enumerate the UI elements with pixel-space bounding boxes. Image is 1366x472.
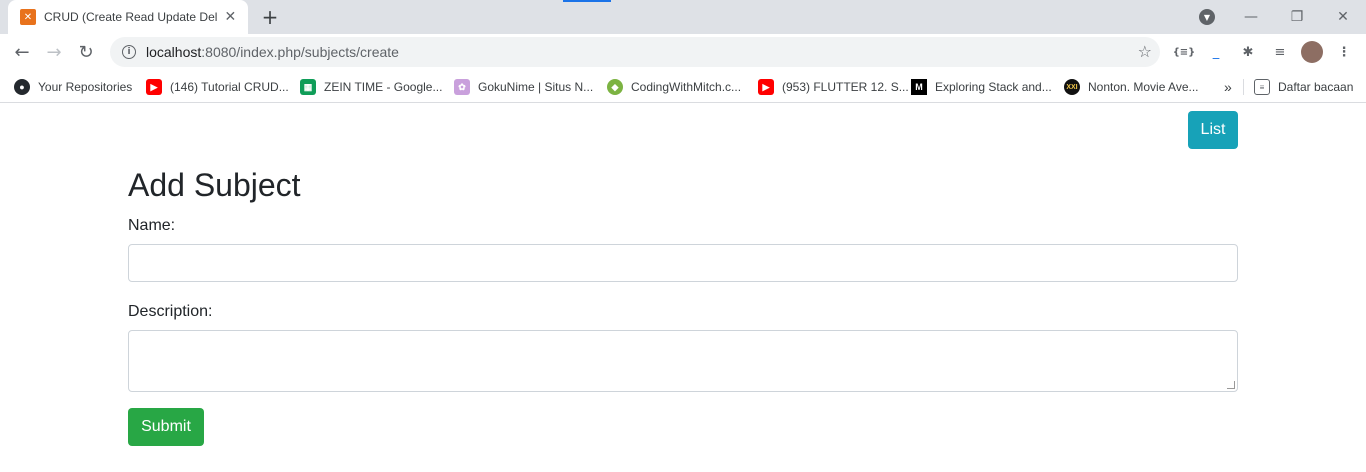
extensions-puzzle-icon[interactable]: ✱ xyxy=(1238,42,1258,62)
reload-icon[interactable]: ↻ xyxy=(72,38,100,66)
bookmark-label: GokuNime | Situs N... xyxy=(478,80,594,94)
info-icon[interactable]: i xyxy=(122,45,136,59)
name-label: Name: xyxy=(128,217,176,234)
youtube-icon: ▶ xyxy=(758,79,774,95)
reading-list-label: Daftar bacaan xyxy=(1278,80,1354,94)
bookmarks-divider xyxy=(1243,79,1244,95)
bookmark-item[interactable]: ✿ GokuNime | Situs N... xyxy=(454,77,593,97)
json-extension-icon[interactable]: {≡} xyxy=(1173,42,1196,62)
download-progress-icon[interactable]: _ xyxy=(1206,42,1226,62)
bookmark-item[interactable]: M Exploring Stack and... xyxy=(911,77,1052,97)
close-tab-icon[interactable]: ✕ xyxy=(223,9,238,25)
tab-strip: ✕ CRUD (Create Read Update Delete ✕ + ▼ … xyxy=(0,0,1366,34)
browser-tab[interactable]: ✕ CRUD (Create Read Update Delete ✕ xyxy=(8,0,248,34)
bookmarks-bar: ● Your Repositories ▶ (146) Tutorial CRU… xyxy=(0,70,1366,103)
back-arrow-icon[interactable]: ← xyxy=(8,38,36,66)
youtube-icon: ▶ xyxy=(146,79,162,95)
bookmark-item[interactable]: XXI Nonton. Movie Ave... xyxy=(1064,77,1199,97)
bookmark-item[interactable]: ▦ ZEIN TIME - Google... xyxy=(300,77,442,97)
bookmark-item[interactable]: ▶ (146) Tutorial CRUD... xyxy=(146,77,289,97)
tab-drag-indicator xyxy=(563,0,611,2)
description-textarea[interactable] xyxy=(128,330,1238,392)
list-button[interactable]: List xyxy=(1188,111,1238,149)
forward-arrow-icon[interactable]: → xyxy=(40,38,68,66)
minimize-button[interactable]: — xyxy=(1228,0,1274,34)
bookmark-label: (146) Tutorial CRUD... xyxy=(170,80,289,94)
anime-icon: ✿ xyxy=(454,79,470,95)
restore-button[interactable]: ❐ xyxy=(1274,0,1320,34)
bookmark-star-icon[interactable]: ☆ xyxy=(1138,42,1152,61)
menu-kebab-icon[interactable]: ⋮ xyxy=(1334,42,1354,62)
bookmark-item[interactable]: ▶ (953) FLUTTER 12. S... xyxy=(758,77,909,97)
bookmark-item[interactable]: ◆ CodingWithMitch.c... xyxy=(607,77,741,97)
reading-list-icon: ≡ xyxy=(1254,79,1270,95)
address-bar[interactable]: i localhost:8080/index.php/subjects/crea… xyxy=(110,37,1160,67)
tab-search-icon[interactable]: ▼ xyxy=(1199,9,1215,25)
description-label: Description: xyxy=(128,303,213,320)
sheets-icon: ▦ xyxy=(300,79,316,95)
url-text: localhost:8080/index.php/subjects/create xyxy=(146,44,399,60)
media-control-icon[interactable]: ≡ xyxy=(1270,42,1290,62)
page-title: Add Subject xyxy=(128,167,301,203)
resize-handle-icon[interactable] xyxy=(1227,381,1235,389)
name-input[interactable] xyxy=(128,244,1238,282)
medium-icon: M xyxy=(911,79,927,95)
submit-button[interactable]: Submit xyxy=(128,408,204,446)
page-content: List Add Subject Name: Description: Subm… xyxy=(0,103,1366,472)
xampp-favicon-icon: ✕ xyxy=(20,9,36,25)
xxi-icon: XXI xyxy=(1064,79,1080,95)
android-icon: ◆ xyxy=(607,79,623,95)
bookmark-label: Nonton. Movie Ave... xyxy=(1088,80,1199,94)
bookmark-label: ZEIN TIME - Google... xyxy=(324,80,443,94)
bookmark-label: (953) FLUTTER 12. S... xyxy=(782,80,909,94)
bookmark-label: CodingWithMitch.c... xyxy=(631,80,742,94)
github-icon: ● xyxy=(14,79,30,95)
reading-list-button[interactable]: ≡ Daftar bacaan xyxy=(1254,77,1353,97)
bookmarks-overflow-button[interactable]: » xyxy=(1224,77,1232,97)
bookmark-label: Your Repositories xyxy=(38,80,133,94)
browser-toolbar: ← → ↻ i localhost:8080/index.php/subject… xyxy=(0,34,1366,70)
new-tab-button[interactable]: + xyxy=(258,5,282,29)
close-window-button[interactable]: ✕ xyxy=(1320,0,1366,34)
bookmark-label: Exploring Stack and... xyxy=(935,80,1052,94)
avatar[interactable] xyxy=(1301,41,1323,63)
browser-chrome: ✕ CRUD (Create Read Update Delete ✕ + ▼ … xyxy=(0,0,1366,103)
tab-title: CRUD (Create Read Update Delete xyxy=(44,10,217,24)
bookmark-item[interactable]: ● Your Repositories xyxy=(14,77,132,97)
